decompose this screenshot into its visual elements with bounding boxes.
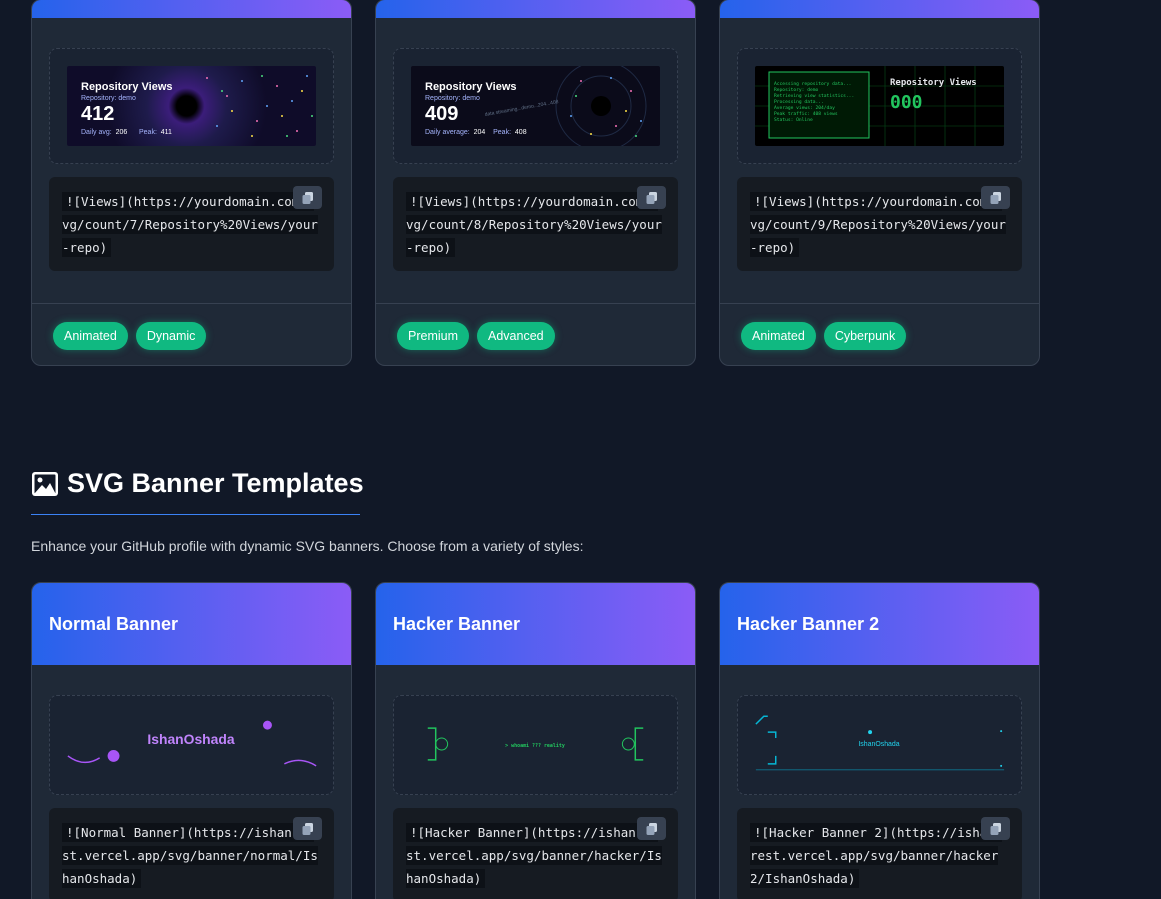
peak-value: 408 xyxy=(514,129,527,136)
card-header: Normal Banner xyxy=(32,583,351,665)
copy-button[interactable] xyxy=(293,817,322,840)
card-title: Normal Banner xyxy=(49,613,179,634)
peak-value: 411 xyxy=(160,129,172,136)
image-icon xyxy=(32,471,58,496)
code-block[interactable]: ![Views](https://yourdomain.com/svg/coun… xyxy=(49,177,334,271)
avg-label: Daily average: xyxy=(425,129,470,136)
card-header-gradient xyxy=(720,0,1039,18)
tag: Cyberpunk xyxy=(823,322,907,350)
card-title: Hacker Banner 2 xyxy=(737,613,880,634)
preview-count: 409 xyxy=(425,103,459,125)
section-title-underline xyxy=(31,514,360,515)
preview-title: Repository Views xyxy=(425,81,517,93)
markdown-snippet[interactable]: ![Hacker Banner 2](https://ishan-rest.ve… xyxy=(750,823,1003,888)
copy-button[interactable] xyxy=(981,186,1010,209)
markdown-snippet[interactable]: ![Views](https://yourdomain.com/svg/coun… xyxy=(406,192,662,257)
section-heading: SVG Banner Templates xyxy=(31,468,364,499)
code-block[interactable]: ![Normal Banner](https://ishan-rest.verc… xyxy=(49,808,334,899)
tag-list: Animated Dynamic xyxy=(32,304,351,365)
svg-preview: IshanOshada xyxy=(49,695,334,795)
svg-preview: > whoami ??? reality xyxy=(393,695,678,795)
banner-card: Hacker Banner 2 IshanOshada ![Hacker Ban… xyxy=(719,582,1040,899)
repository-views-preview: Repository Views Repository: demo 412 Da… xyxy=(67,66,316,146)
banner-card: Hacker Banner > whoami ??? reality ![Hac… xyxy=(375,582,696,899)
tag: Advanced xyxy=(477,322,555,350)
svg-preview: IshanOshada xyxy=(737,695,1022,795)
preview-stats: Daily average: 204 Peak: 408 xyxy=(425,129,527,136)
tag-list: Animated Cyberpunk xyxy=(720,304,1039,365)
card-header-gradient xyxy=(376,0,695,18)
tag: Animated xyxy=(53,322,128,350)
copy-button[interactable] xyxy=(981,817,1010,840)
copy-icon xyxy=(990,822,1001,835)
tag: Dynamic xyxy=(135,322,207,350)
code-block[interactable]: ![Views](https://yourdomain.com/svg/coun… xyxy=(393,177,678,271)
svg-preview: data streaming...demo...204...408 Reposi… xyxy=(393,48,678,164)
card-header-gradient xyxy=(32,0,351,18)
banner-cards-grid: Normal Banner IshanOshada ![Normal Banne… xyxy=(31,582,1040,899)
copy-button[interactable] xyxy=(637,186,666,209)
stream-text: data streaming...demo...204...408 xyxy=(484,99,559,118)
avg-value: 204 xyxy=(473,129,486,136)
terminal-log: Accessing repository data... Repository:… xyxy=(774,82,854,124)
avg-value: 206 xyxy=(115,129,128,136)
stat-cards-grid: Repository Views Repository: demo 412 Da… xyxy=(31,0,1040,366)
svg-preview: Accessing repository data... Repository:… xyxy=(737,48,1022,164)
preview-stats: Daily avg: 206 Peak: 411 xyxy=(81,129,172,136)
preview-count: 412 xyxy=(81,103,115,125)
peak-label: Peak: xyxy=(138,129,157,136)
stat-card: data streaming...demo...204...408 Reposi… xyxy=(375,0,696,366)
preview-repo: Repository: demo xyxy=(81,95,136,102)
banner-card: Normal Banner IshanOshada ![Normal Banne… xyxy=(31,582,352,899)
hacker-banner-preview: > whoami ??? reality xyxy=(427,727,644,761)
preview-title: Repository Views xyxy=(81,81,173,93)
markdown-snippet[interactable]: ![Views](https://yourdomain.com/svg/coun… xyxy=(750,192,1006,257)
code-block[interactable]: ![Hacker Banner 2](https://ishan-rest.ve… xyxy=(737,808,1022,899)
tag: Premium xyxy=(397,322,470,350)
peak-label: Peak: xyxy=(493,129,512,136)
avg-label: Daily avg: xyxy=(81,129,112,136)
preview-repo: Repository: demo xyxy=(425,95,480,102)
stat-card: Repository Views Repository: demo 412 Da… xyxy=(31,0,352,366)
copy-icon xyxy=(990,191,1001,204)
banner-name: IshanOshada xyxy=(858,741,899,748)
tag-list: Premium Advanced xyxy=(376,304,695,365)
markdown-snippet[interactable]: ![Views](https://yourdomain.com/svg/coun… xyxy=(62,192,318,257)
hacker-text: > whoami ??? reality xyxy=(505,743,565,749)
tag: Animated xyxy=(741,322,816,350)
code-block[interactable]: ![Hacker Banner](https://ishan-rest.verc… xyxy=(393,808,678,899)
preview-title: Repository Views xyxy=(890,78,977,88)
copy-icon xyxy=(302,822,313,835)
repository-views-preview: Accessing repository data... Repository:… xyxy=(755,66,1004,146)
copy-button[interactable] xyxy=(637,817,666,840)
copy-button[interactable] xyxy=(293,186,322,209)
copy-icon xyxy=(646,822,657,835)
card-header: Hacker Banner xyxy=(376,583,695,665)
card-title: Hacker Banner xyxy=(393,613,521,634)
svg-preview: Repository Views Repository: demo 412 Da… xyxy=(49,48,334,164)
section-description: Enhance your GitHub profile with dynamic… xyxy=(31,538,584,554)
terminal-line: Status: Online xyxy=(774,118,813,123)
copy-icon xyxy=(646,191,657,204)
normal-banner-preview: IshanOshada xyxy=(67,720,317,767)
repository-views-preview: data streaming...demo...204...408 Reposi… xyxy=(411,66,660,146)
card-header: Hacker Banner 2 xyxy=(720,583,1039,665)
markdown-snippet[interactable]: ![Hacker Banner](https://ishan-rest.verc… xyxy=(406,823,662,888)
code-block[interactable]: ![Views](https://yourdomain.com/svg/coun… xyxy=(737,177,1022,271)
section-title: SVG Banner Templates xyxy=(67,468,364,498)
hacker2-banner-preview: IshanOshada xyxy=(755,715,1005,771)
stat-card: Accessing repository data... Repository:… xyxy=(719,0,1040,366)
banner-name: IshanOshada xyxy=(147,731,235,747)
copy-icon xyxy=(302,191,313,204)
preview-count: 000 xyxy=(890,92,923,113)
markdown-snippet[interactable]: ![Normal Banner](https://ishan-rest.verc… xyxy=(62,823,318,888)
